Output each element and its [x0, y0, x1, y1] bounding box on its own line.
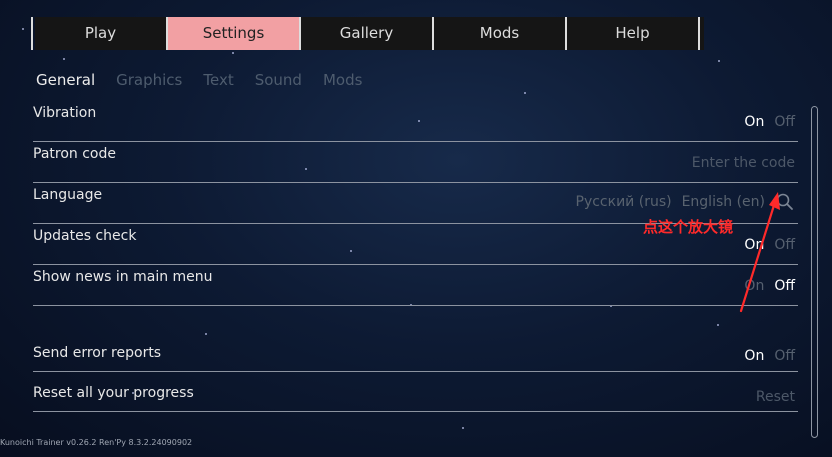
- setting-error-reports: Send error reports On Off: [33, 342, 798, 372]
- annotation-text: 点这个放大镜: [643, 218, 734, 236]
- tab-settings[interactable]: Settings: [168, 17, 301, 50]
- annotation-arrow: [739, 192, 780, 313]
- star: [462, 427, 464, 429]
- star: [524, 92, 526, 94]
- patron-code-placeholder: Enter the code: [691, 155, 795, 171]
- star: [718, 60, 720, 62]
- settings-scrollbar[interactable]: [811, 106, 818, 438]
- language-option-russian[interactable]: Русский (rus): [576, 194, 672, 210]
- settings-subtabs: General Graphics Text Sound Mods: [36, 71, 362, 89]
- tab-play[interactable]: Play: [35, 17, 168, 50]
- reset-button-wrap: Reset: [756, 389, 795, 405]
- setting-show-news: Show news in main menu On Off: [33, 265, 798, 306]
- subtab-sound[interactable]: Sound: [255, 71, 302, 89]
- star: [22, 28, 24, 30]
- vibration-toggle: On Off: [744, 114, 795, 130]
- star: [205, 333, 207, 335]
- errors-off-option[interactable]: Off: [774, 348, 795, 364]
- star: [717, 324, 719, 326]
- setting-reset-progress: Reset all your progress Reset: [33, 382, 798, 412]
- vibration-off-option[interactable]: Off: [774, 114, 795, 130]
- errors-on-option[interactable]: On: [744, 348, 764, 364]
- subtab-mods[interactable]: Mods: [323, 71, 362, 89]
- setting-vibration: Vibration On Off: [33, 101, 798, 142]
- error-reports-toggle: On Off: [744, 348, 795, 364]
- reset-button[interactable]: Reset: [756, 389, 795, 405]
- star: [232, 52, 234, 54]
- tab-help[interactable]: Help: [567, 17, 700, 50]
- subtab-general[interactable]: General: [36, 71, 95, 89]
- star: [63, 58, 65, 60]
- subtab-graphics[interactable]: Graphics: [116, 71, 182, 89]
- error-reports-label: Send error reports: [33, 345, 162, 361]
- show-news-label: Show news in main menu: [33, 269, 213, 285]
- patron-code-input[interactable]: Enter the code: [692, 155, 795, 171]
- patron-code-label: Patron code: [33, 146, 116, 162]
- version-footer: Kunoichi Trainer v0.26.2 Ren'Py 8.3.2.24…: [0, 438, 193, 447]
- top-tab-bar: Play Settings Gallery Mods Help: [31, 17, 704, 50]
- reset-progress-label: Reset all your progress: [33, 385, 194, 401]
- language-label: Language: [33, 187, 103, 203]
- updates-check-label: Updates check: [33, 228, 137, 244]
- vibration-on-option[interactable]: On: [744, 114, 764, 130]
- subtab-text[interactable]: Text: [203, 71, 233, 89]
- tab-mods[interactable]: Mods: [434, 17, 567, 50]
- tab-bar-edge: [31, 17, 33, 50]
- vibration-label: Vibration: [33, 105, 97, 121]
- tab-gallery[interactable]: Gallery: [301, 17, 434, 50]
- setting-patron-code: Patron code Enter the code: [33, 142, 798, 183]
